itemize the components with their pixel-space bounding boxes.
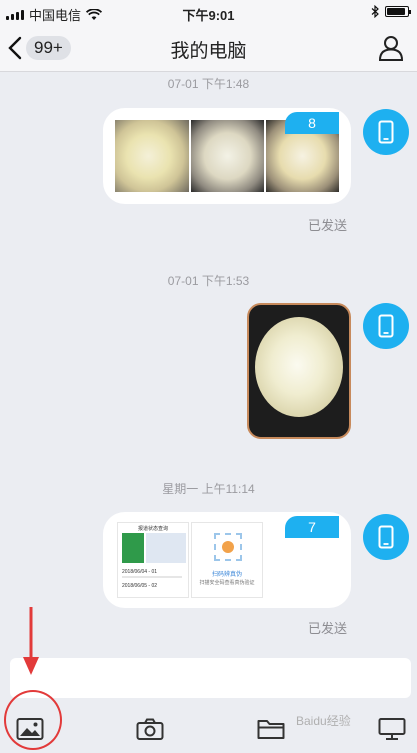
watermark: Baidu经验 [296,714,351,728]
bluetooth-icon [371,5,379,18]
thumbnail-row: 2018/06/04 - 01 [122,569,158,575]
thumbnail-desc: 扫描安全码查看真伪验证 [199,580,255,586]
image-group-bubble[interactable]: 报道状态查询 2018/06/04 - 01 2018/06/05 - 02 扫… [103,512,351,608]
food-photo[interactable] [115,120,189,192]
annotation-arrow-icon [23,607,39,675]
annotation-circle [4,690,62,750]
image-count-tag: 7 [285,516,339,538]
sent-status: 已发送 [307,218,347,233]
phone-icon [378,120,394,144]
thumbnail-title: 报道状态查询 [137,526,168,532]
document-image [146,533,186,563]
status-bar: 中国电信 下午9:01 [0,0,417,24]
device-avatar[interactable] [363,514,409,560]
camera-icon [136,718,164,740]
phone-icon [378,525,394,549]
food-photo[interactable] [191,120,264,192]
device-avatar[interactable] [363,109,409,155]
screenshot-thumbnail[interactable]: 报道状态查询 2018/06/04 - 01 2018/06/05 - 02 [117,522,189,598]
certificate-image [122,533,144,563]
scan-target-icon [222,541,234,553]
message-timestamp: 星期一 上午11:14 [162,482,255,496]
status-icons [371,5,411,18]
device-avatar[interactable] [363,303,409,349]
battery-icon [385,6,411,17]
nav-bar: 99+ 我的电脑 [0,24,417,72]
thumbnail-row: 2018/06/05 - 02 [122,583,158,589]
phone-icon [378,314,394,338]
photo-bubble[interactable] [247,303,351,439]
file-button[interactable] [253,711,289,747]
image-count-tag: 8 [285,112,339,134]
image-group-bubble[interactable]: 8 [103,108,351,204]
page-title: 我的电脑 [170,41,247,62]
bottom-toolbar [0,705,417,753]
food-photo[interactable] [255,317,343,417]
message-input[interactable] [10,658,411,698]
folder-icon [257,720,285,739]
message-timestamp: 07-01 下午1:48 [167,77,250,91]
computer-button[interactable] [374,711,410,747]
status-time: 下午9:01 [182,8,235,23]
thumbnail-title: 扫码辨真伪 [211,572,242,578]
screenshot-thumbnail[interactable]: 扫码辨真伪 扫描安全码查看真伪验证 [191,522,263,598]
profile-icon[interactable] [377,34,405,62]
sent-status: 已发送 [307,621,347,636]
camera-button[interactable] [132,711,168,747]
message-timestamp: 07-01 下午1:53 [167,274,250,288]
divider [122,576,182,578]
computer-icon [378,718,406,740]
